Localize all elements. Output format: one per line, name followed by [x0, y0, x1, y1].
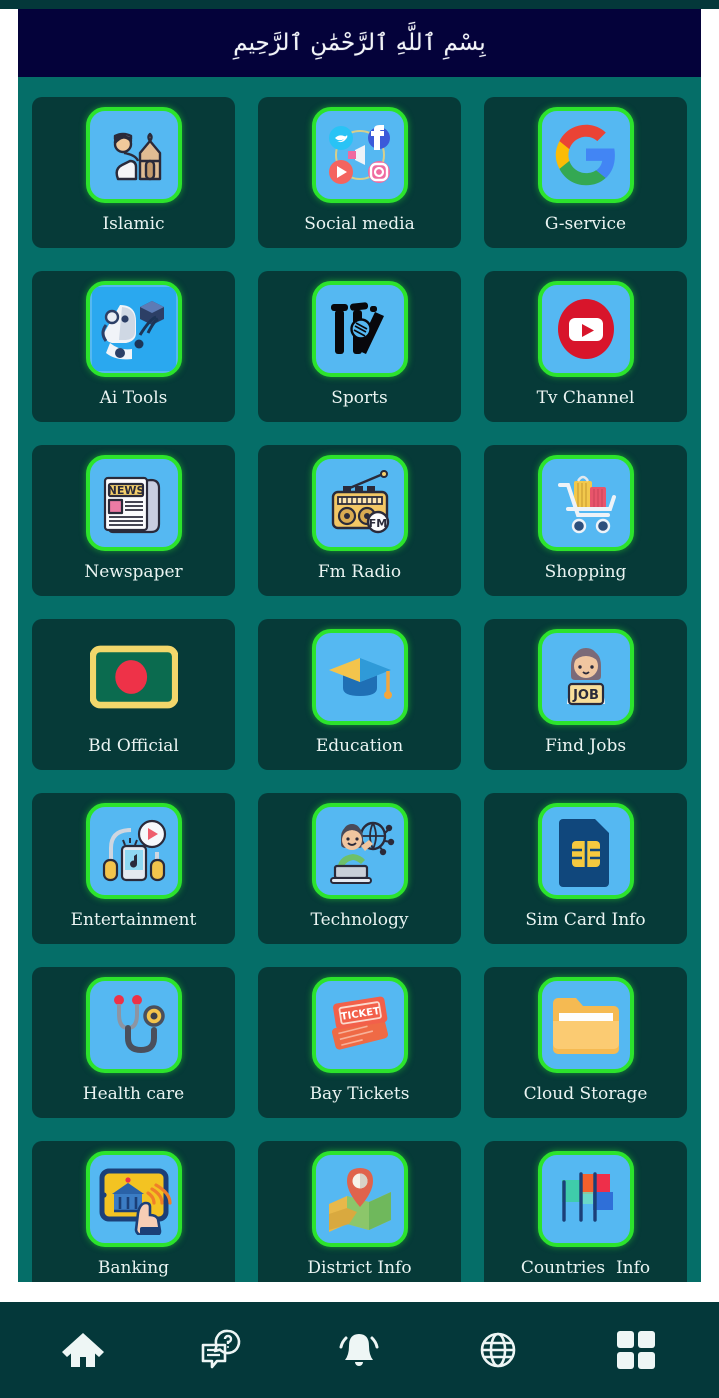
- tile-label: Sports: [331, 388, 388, 408]
- tile-label: Bay Tickets: [309, 1084, 410, 1104]
- nav-item-website[interactable]: [466, 1318, 530, 1382]
- shopping-cart-icon: [537, 455, 634, 551]
- tile-islamic[interactable]: Islamic: [32, 97, 235, 248]
- map-pin-icon: [311, 1151, 408, 1247]
- tile-label: G-service: [544, 214, 627, 234]
- tile-newspaper[interactable]: NEWS Newspaper: [32, 445, 235, 596]
- tile-label: Fm Radio: [317, 562, 402, 582]
- tile-education[interactable]: Education: [258, 619, 461, 770]
- radio-fm-icon: FM: [311, 455, 408, 551]
- graduation-cap-icon: [311, 629, 408, 725]
- tile-shopping[interactable]: Shopping: [484, 445, 687, 596]
- tile-label: Ai Tools: [99, 388, 168, 408]
- tile-cloud-storage[interactable]: Cloud Storage: [484, 967, 687, 1118]
- tile-label: Cloud Storage: [523, 1084, 648, 1104]
- tile-bay-tickets[interactable]: TICKET Bay Tickets: [258, 967, 461, 1118]
- tile-label: Newspaper: [84, 562, 183, 582]
- tile-label: Shopping: [544, 562, 627, 582]
- app-screen: بِسْمِ ٱللَّهِ ٱلرَّحْمَٰنِ ٱلرَّحِيمِ I…: [0, 9, 719, 1302]
- tile-health-care[interactable]: Health care: [32, 967, 235, 1118]
- cricket-icon: [311, 281, 408, 377]
- tile-label: Education: [315, 736, 404, 756]
- robot-ai-icon: [85, 281, 182, 377]
- tile-fm-radio[interactable]: FM Fm Radio: [258, 445, 461, 596]
- job-seeker-icon: JOB: [537, 629, 634, 725]
- tile-label: Islamic: [102, 214, 165, 234]
- headphones-music-icon: [85, 803, 182, 899]
- tile-district-info[interactable]: District Info: [258, 1141, 461, 1282]
- category-grid: Islamic Social media G-service Ai Tools …: [18, 77, 701, 1282]
- tile-label: Social media: [304, 214, 415, 234]
- youtube-icon: [537, 281, 634, 377]
- tile-label: Technology: [310, 910, 409, 930]
- home-icon: [60, 1327, 106, 1373]
- bismillah-text: بِسْمِ ٱللَّهِ ٱلرَّحْمَٰنِ ٱلرَّحِيمِ: [233, 30, 486, 56]
- mosque-prayer-icon: [85, 107, 182, 203]
- tile-label: Tv Channel: [536, 388, 635, 408]
- app-window: بِسْمِ ٱللَّهِ ٱلرَّحْمَٰنِ ٱلرَّحِيمِ I…: [0, 0, 719, 1398]
- tile-entertainment[interactable]: Entertainment: [32, 793, 235, 944]
- tile-ai-tools[interactable]: Ai Tools: [32, 271, 235, 422]
- tile-label: District Info: [307, 1258, 412, 1278]
- grid-apps-icon: [615, 1329, 657, 1371]
- bottom-navigation-bar: [0, 1302, 719, 1398]
- tile-g-service[interactable]: G-service: [484, 97, 687, 248]
- tile-social-media[interactable]: Social media: [258, 97, 461, 248]
- ticket-icon: TICKET: [311, 977, 408, 1073]
- folder-icon: [537, 977, 634, 1073]
- sim-card-icon: [537, 803, 634, 899]
- tile-banking[interactable]: Banking: [32, 1141, 235, 1282]
- svg-text:JOB: JOB: [572, 688, 599, 703]
- chat-question-icon: [198, 1327, 244, 1373]
- mobile-banking-icon: [85, 1151, 182, 1247]
- nav-item-apps[interactable]: [604, 1318, 668, 1382]
- tile-sports[interactable]: Sports: [258, 271, 461, 422]
- tile-label: Bd Official: [88, 736, 179, 756]
- tile-label: Banking: [97, 1258, 170, 1278]
- newspaper-icon: NEWS: [85, 455, 182, 551]
- google-g-icon: [537, 107, 634, 203]
- tile-label: Countries Info: [520, 1258, 651, 1278]
- tile-label: Health care: [82, 1084, 185, 1104]
- tile-countries-info[interactable]: Countries Info: [484, 1141, 687, 1282]
- svg-text:NEWS: NEWS: [107, 484, 144, 497]
- svg-text:FM: FM: [368, 517, 386, 530]
- nav-item-home[interactable]: [51, 1318, 115, 1382]
- flags-icon: [537, 1151, 634, 1247]
- bell-icon: [336, 1327, 382, 1373]
- tile-bd-official[interactable]: Bd Official: [32, 619, 235, 770]
- technology-person-icon: [311, 803, 408, 899]
- tile-tv-channel[interactable]: Tv Channel: [484, 271, 687, 422]
- tile-label: Find Jobs: [544, 736, 627, 756]
- social-media-icon: [311, 107, 408, 203]
- nav-item-faq[interactable]: [189, 1318, 253, 1382]
- tile-sim-card-info[interactable]: Sim Card Info: [484, 793, 687, 944]
- nav-item-notifications[interactable]: [327, 1318, 391, 1382]
- tile-technology[interactable]: Technology: [258, 793, 461, 944]
- tile-label: Entertainment: [70, 910, 197, 930]
- tile-label: Sim Card Info: [525, 910, 646, 930]
- bangladesh-flag-icon: [86, 629, 182, 725]
- stethoscope-icon: [85, 977, 182, 1073]
- screen-content: بِسْمِ ٱللَّهِ ٱلرَّحْمَٰنِ ٱلرَّحِيمِ I…: [18, 9, 701, 1282]
- app-header: بِسْمِ ٱللَّهِ ٱلرَّحْمَٰنِ ٱلرَّحِيمِ: [18, 9, 701, 77]
- top-strip: [0, 0, 719, 9]
- globe-icon: [476, 1328, 520, 1372]
- tile-find-jobs[interactable]: JOB Find Jobs: [484, 619, 687, 770]
